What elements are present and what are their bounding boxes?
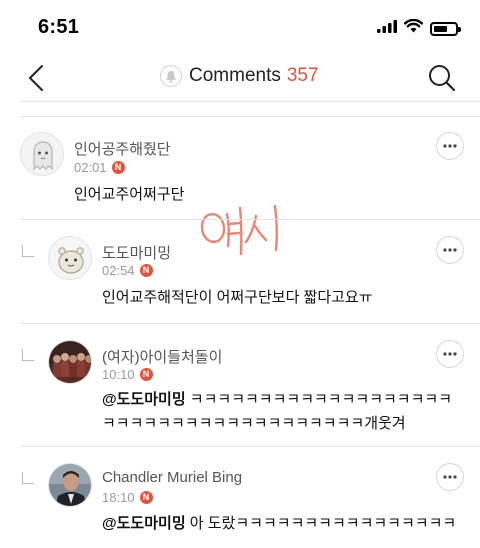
divider: [20, 101, 480, 102]
comment-time: 02:01 N: [74, 160, 125, 175]
more-dots-icon: [443, 475, 457, 479]
ghost-avatar[interactable]: [20, 132, 64, 176]
divider: [20, 219, 480, 220]
comment-author[interactable]: Chandler Muriel Bing: [102, 469, 242, 486]
comment-text: 인어교주어쩌구단: [74, 186, 185, 203]
chevron-left-icon: [29, 65, 43, 91]
comment-text: @도도마미밍 아 도랐ㅋㅋㅋㅋㅋㅋㅋㅋㅋㅋㅋㅋㅋㅋㅋㅋ: [102, 512, 464, 536]
time-label: 02:01: [74, 160, 107, 175]
watermark-scribble: [196, 198, 306, 256]
comment-author[interactable]: 인어공주해줬단: [74, 138, 171, 159]
comment-text: 인어교주해적단이 어쩌구단보다 짧다고요ㅠ: [102, 289, 373, 306]
divider: [20, 446, 480, 447]
back-button[interactable]: [24, 60, 52, 96]
new-badge: N: [111, 161, 125, 174]
reply-indicator-icon: [22, 245, 34, 257]
comment-text-body: 아 도랐ㅋㅋㅋㅋㅋㅋㅋㅋㅋㅋㅋㅋㅋㅋㅋㅋ: [185, 515, 457, 532]
more-dots-icon: [443, 352, 457, 356]
wifi-icon: [404, 18, 423, 38]
new-badge: N: [139, 491, 153, 504]
comment-text: @도도마미밍 ㅋㅋㅋㅋㅋㅋㅋㅋㅋㅋㅋㅋㅋㅋㅋㅋㅋㅋㅋㅋㅋㅋㅋㅋㅋㅋㅋㅋㅋㅋㅋㅋㅋ…: [102, 388, 464, 436]
status-icons: [377, 18, 461, 38]
more-options-button[interactable]: [436, 463, 464, 491]
comment-count: 357: [286, 65, 319, 86]
mention-link[interactable]: @도도마미밍: [102, 515, 186, 532]
nav-header: Comments 357: [0, 56, 480, 100]
more-options-button[interactable]: [436, 132, 464, 160]
comment-author[interactable]: (여자)아이들처돌이: [102, 346, 222, 367]
reply-indicator-icon: [22, 349, 34, 361]
time-label: 18:10: [102, 490, 135, 505]
new-badge: N: [139, 368, 153, 381]
status-time: 6:51: [38, 16, 80, 38]
divider: [20, 323, 480, 324]
time-label: 10:10: [102, 367, 135, 382]
comment-time: 10:10 N: [102, 367, 153, 382]
search-button[interactable]: [426, 62, 458, 94]
title-label: Comments: [189, 65, 281, 86]
more-dots-icon: [443, 248, 457, 252]
reply-indicator-icon: [22, 472, 34, 484]
comment-time: 18:10 N: [102, 490, 153, 505]
potato-avatar[interactable]: [48, 236, 92, 280]
new-badge: N: [139, 264, 153, 277]
battery-icon: [430, 21, 461, 36]
page-title: Comments 357: [160, 65, 319, 87]
search-icon: [429, 65, 456, 92]
comment-time: 02:54 N: [102, 263, 153, 278]
more-dots-icon: [443, 144, 457, 148]
time-label: 02:54: [102, 263, 135, 278]
comment-author[interactable]: 도도마미밍: [102, 242, 171, 263]
more-options-button[interactable]: [436, 340, 464, 368]
man-photo-avatar[interactable]: [48, 463, 92, 507]
status-bar: 6:51: [0, 0, 480, 56]
mention-link[interactable]: @도도마미밍: [102, 391, 186, 408]
bell-icon[interactable]: [160, 65, 182, 87]
cellular-signal-icon: [377, 19, 397, 38]
divider: [20, 116, 480, 117]
more-options-button[interactable]: [436, 236, 464, 264]
group-photo-avatar[interactable]: [48, 340, 92, 384]
